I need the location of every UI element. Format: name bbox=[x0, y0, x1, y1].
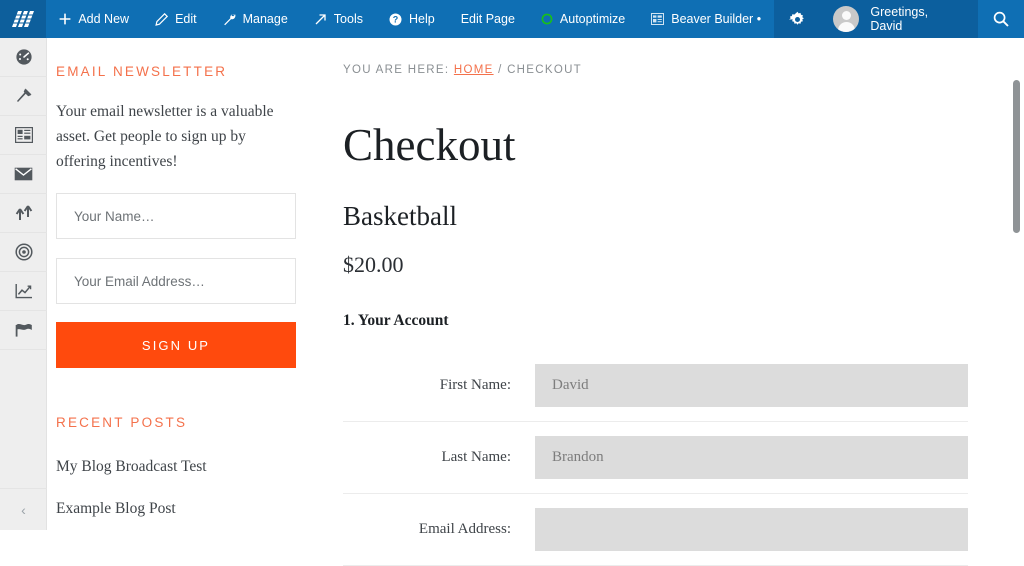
site-page: EMAIL NEWSLETTER Your email newsletter i… bbox=[48, 38, 1024, 566]
first-name-label: First Name: bbox=[439, 376, 511, 393]
question-circle-icon: ? bbox=[389, 13, 402, 26]
admin-bar-item-edit-page[interactable]: Edit Page bbox=[448, 0, 528, 38]
search-icon bbox=[993, 11, 1009, 27]
main-content: YOU ARE HERE: HOME / CHECKOUT Checkout B… bbox=[338, 38, 1024, 566]
sidebar-item-milestones[interactable] bbox=[0, 311, 47, 350]
search-button[interactable] bbox=[978, 0, 1024, 38]
admin-bar-item-beaver-builder[interactable]: Beaver Builder • bbox=[638, 0, 774, 38]
sidebar-item-transfer[interactable] bbox=[0, 194, 47, 233]
breadcrumb-prefix: YOU ARE HERE: bbox=[343, 64, 450, 76]
site-logo-button[interactable] bbox=[0, 0, 47, 38]
recent-posts-widget: RECENT POSTS My Blog Broadcast Test Exam… bbox=[56, 415, 338, 518]
admin-bar-item-label: Edit bbox=[175, 11, 197, 26]
user-avatar-icon bbox=[833, 6, 860, 32]
stripes-logo-icon bbox=[12, 9, 35, 29]
sidebar-item-analytics[interactable] bbox=[0, 272, 47, 311]
sidebar-item-mail[interactable] bbox=[0, 155, 47, 194]
admin-bar-item-add-new[interactable]: Add New bbox=[46, 0, 142, 38]
newsletter-email-input[interactable] bbox=[56, 258, 296, 305]
grid-layout-icon bbox=[14, 127, 33, 143]
svg-text:?: ? bbox=[393, 14, 399, 24]
greeting-label: Greetings, David bbox=[870, 5, 929, 33]
breadcrumb-separator: / bbox=[498, 64, 503, 76]
recent-posts-widget-title: RECENT POSTS bbox=[56, 415, 188, 431]
product-name: Basketball bbox=[343, 201, 457, 231]
admin-bar-item-label: Tools bbox=[333, 11, 363, 26]
collapse-chevron-left-icon: ‹ bbox=[21, 501, 26, 518]
gear-icon bbox=[788, 11, 806, 28]
sidebar-item-dashboard[interactable] bbox=[0, 38, 47, 77]
admin-bar-item-autoptimize[interactable]: Autoptimize bbox=[528, 0, 638, 38]
grid-icon bbox=[651, 13, 665, 25]
account-form: First Name: Last Name: Email Address: bbox=[343, 350, 968, 566]
admin-bar-item-help[interactable]: ? Help bbox=[376, 0, 448, 38]
page-scrollbar-thumb[interactable] bbox=[1013, 80, 1020, 233]
page-title: Checkout bbox=[343, 120, 516, 170]
product-price: $20.00 bbox=[343, 252, 404, 277]
form-row-first-name: First Name: bbox=[343, 350, 968, 422]
admin-bar-item-tools[interactable]: Tools bbox=[301, 0, 376, 38]
sidebar-item-posts[interactable] bbox=[0, 77, 47, 116]
first-name-input[interactable] bbox=[535, 363, 968, 407]
sidebar-item-pages[interactable] bbox=[0, 116, 47, 155]
admin-bar: Add New Edit Manage Tools ? Help Edit Pa… bbox=[0, 0, 1024, 38]
admin-bar-item-manage[interactable]: Manage bbox=[210, 0, 301, 38]
newsletter-widget-title: EMAIL NEWSLETTER bbox=[56, 64, 228, 79]
chart-line-icon bbox=[15, 283, 33, 299]
account-section-heading: 1. Your Account bbox=[343, 312, 449, 329]
account-menu[interactable]: Greetings, David bbox=[820, 0, 978, 38]
email-address-label: Email Address: bbox=[418, 520, 511, 537]
admin-bar-item-label: Manage bbox=[242, 11, 288, 26]
collapse-menu-button[interactable]: ‹ bbox=[0, 488, 47, 530]
admin-bar-item-edit[interactable]: Edit bbox=[142, 0, 210, 38]
pencil-icon bbox=[155, 12, 169, 26]
wrench-icon bbox=[223, 13, 236, 26]
flag-icon bbox=[14, 322, 33, 338]
admin-bar-item-label: Beaver Builder • bbox=[671, 11, 762, 26]
last-name-input[interactable] bbox=[535, 435, 968, 479]
admin-bar-item-label: Edit Page bbox=[460, 11, 515, 26]
newsletter-widget-text: Your email newsletter is a valuable asse… bbox=[56, 103, 274, 170]
last-name-label: Last Name: bbox=[441, 448, 511, 465]
newsletter-widget: EMAIL NEWSLETTER Your email newsletter i… bbox=[56, 64, 338, 369]
newsletter-signup-button[interactable]: SIGN UP bbox=[56, 322, 296, 369]
sidebar-widgets: EMAIL NEWSLETTER Your email newsletter i… bbox=[48, 38, 338, 530]
breadcrumb-home-link[interactable]: HOME bbox=[454, 64, 494, 76]
email-address-input[interactable] bbox=[535, 507, 968, 551]
arrow-up-right-icon bbox=[314, 13, 327, 26]
envelope-icon bbox=[14, 167, 33, 181]
breadcrumb-current: CHECKOUT bbox=[507, 64, 583, 76]
form-row-last-name: Last Name: bbox=[343, 422, 968, 494]
recent-post-link[interactable]: Example Blog Post bbox=[56, 500, 338, 518]
breadcrumb: YOU ARE HERE: HOME / CHECKOUT bbox=[343, 64, 1024, 76]
plus-icon bbox=[59, 13, 71, 25]
green-circle-icon bbox=[541, 13, 553, 25]
arrows-up-down-icon bbox=[14, 205, 34, 221]
admin-bar-item-label: Add New bbox=[78, 11, 130, 26]
recent-post-link[interactable]: My Blog Broadcast Test bbox=[56, 458, 338, 476]
admin-bar-item-label: Help bbox=[408, 11, 435, 26]
wp-admin-sidebar: ‹ bbox=[0, 38, 47, 530]
newsletter-name-input[interactable] bbox=[56, 193, 296, 240]
dashboard-gauge-icon bbox=[15, 48, 33, 66]
pushpin-icon bbox=[15, 87, 33, 105]
sidebar-item-targeting[interactable] bbox=[0, 233, 47, 272]
settings-button[interactable] bbox=[774, 0, 821, 38]
target-icon bbox=[14, 243, 33, 261]
page-scrollbar-track[interactable] bbox=[1009, 38, 1024, 530]
admin-bar-item-label: Autoptimize bbox=[559, 11, 626, 26]
